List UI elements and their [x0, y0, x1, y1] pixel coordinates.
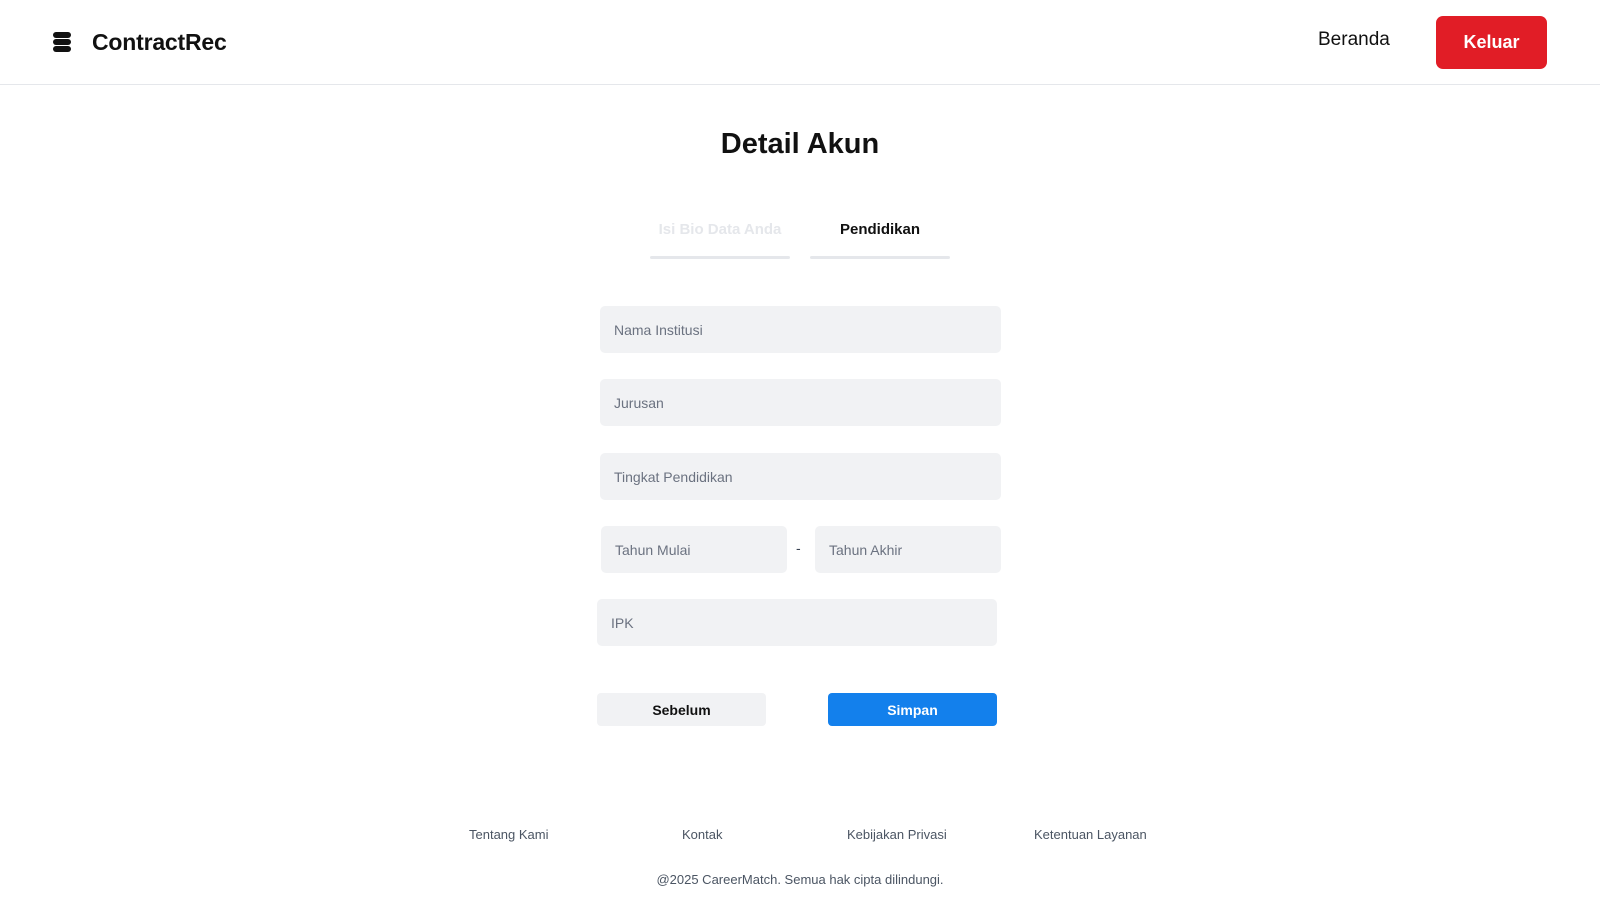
top-navbar: ContractRec Beranda Keluar: [0, 0, 1600, 85]
tab-education[interactable]: Pendidikan: [810, 219, 950, 259]
footer-link-privacy[interactable]: Kebijakan Privasi: [847, 827, 947, 842]
institution-name-input[interactable]: [600, 306, 1001, 353]
footer-link-terms[interactable]: Ketentuan Layanan: [1034, 827, 1147, 842]
copyright-text: @2025 CareerMatch. Semua hak cipta dilin…: [656, 872, 944, 887]
end-year-input[interactable]: [815, 526, 1001, 573]
save-button[interactable]: Simpan: [828, 693, 997, 726]
brand[interactable]: ContractRec: [52, 26, 227, 58]
page-title: Detail Akun: [720, 128, 880, 160]
year-range-separator: -: [796, 540, 801, 556]
tab-bio-data-underline: [650, 256, 790, 259]
major-input[interactable]: [600, 379, 1001, 426]
nav-home-link[interactable]: Beranda: [1318, 29, 1390, 51]
education-level-input[interactable]: [600, 453, 1001, 500]
gpa-input[interactable]: [597, 599, 997, 646]
tab-education-underline: [810, 256, 950, 259]
start-year-input[interactable]: [601, 526, 787, 573]
footer-link-contact[interactable]: Kontak: [682, 827, 722, 842]
stack-icon: [52, 31, 74, 53]
tab-bio-data-label: Isi Bio Data Anda: [658, 221, 782, 238]
footer-link-about[interactable]: Tentang Kami: [469, 827, 549, 842]
tab-bio-data[interactable]: Isi Bio Data Anda: [650, 219, 790, 259]
tab-education-label: Pendidikan: [839, 221, 921, 238]
logout-button[interactable]: Keluar: [1436, 16, 1547, 69]
brand-name: ContractRec: [92, 28, 227, 55]
previous-button[interactable]: Sebelum: [597, 693, 766, 726]
